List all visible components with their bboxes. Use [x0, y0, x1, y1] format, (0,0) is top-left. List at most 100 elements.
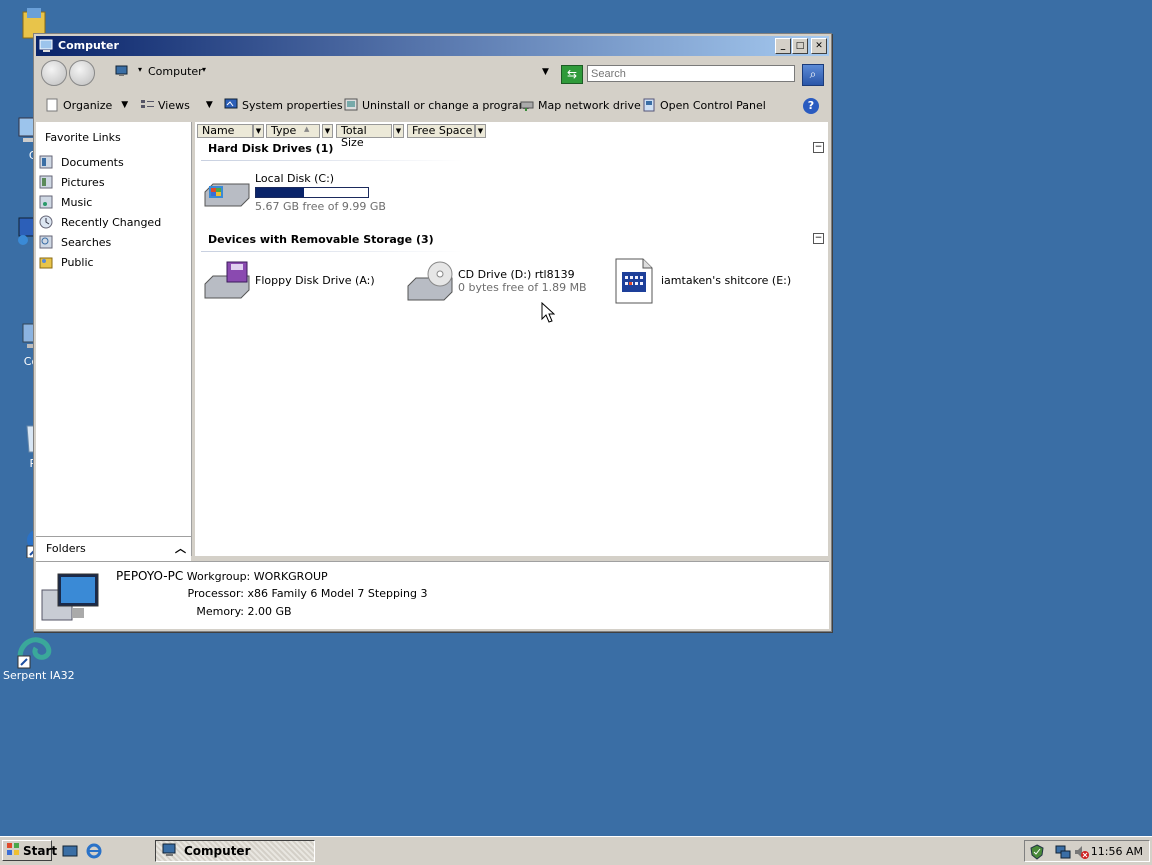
- title-bar[interactable]: Computer _ □ ✕: [36, 36, 829, 56]
- volume-muted-icon[interactable]: [1073, 844, 1089, 860]
- column-filter-dropdown[interactable]: ▼: [322, 124, 333, 138]
- command-bar: Organize ▼ Views ▼ System properties Uni…: [36, 93, 829, 120]
- folders-toggle[interactable]: Folders ︿: [36, 536, 191, 561]
- column-filter-dropdown[interactable]: ▼: [393, 124, 404, 138]
- group-header-removable[interactable]: Devices with Removable Storage (3): [208, 233, 434, 246]
- collapse-group-button[interactable]: −: [813, 233, 824, 244]
- minimize-button[interactable]: _: [775, 38, 791, 54]
- group-divider: [201, 160, 463, 161]
- nav-item-label: Searches: [61, 235, 112, 249]
- address-dropdown-icon[interactable]: ▼: [542, 67, 549, 77]
- nav-item-pictures[interactable]: Pictures: [39, 175, 105, 189]
- group-header-hard-disks[interactable]: Hard Disk Drives (1): [208, 142, 333, 155]
- chevron-down-icon: ▼: [121, 100, 129, 110]
- open-control-panel-button[interactable]: Open Control Panel: [642, 98, 766, 112]
- back-button[interactable]: [41, 60, 67, 86]
- computer-icon: [39, 39, 55, 53]
- map-network-drive-label: Map network drive: [538, 98, 641, 112]
- column-filter-dropdown[interactable]: ▼: [253, 124, 264, 138]
- nav-item-public[interactable]: Public: [39, 255, 94, 269]
- breadcrumb-arrow-icon[interactable]: ▾: [138, 65, 142, 74]
- pictures-icon: [39, 175, 53, 189]
- help-button[interactable]: ?: [803, 98, 819, 114]
- computer-window: Computer _ □ ✕ ▾ Computer ▾ ▼ ⇆ ⌕ Organi…: [33, 33, 832, 632]
- forward-button[interactable]: [69, 60, 95, 86]
- drive-name: Local Disk (C:): [255, 172, 335, 185]
- collapse-group-button[interactable]: −: [813, 142, 824, 153]
- nav-item-documents[interactable]: Documents: [39, 155, 124, 169]
- column-filter-dropdown[interactable]: ▼: [475, 124, 486, 138]
- uninstall-program-button[interactable]: Uninstall or change a program: [344, 98, 529, 112]
- windows-logo-icon: [6, 842, 20, 859]
- breadcrumb-arrow-icon[interactable]: ▾: [202, 65, 206, 74]
- cd-drive-icon: [406, 260, 454, 305]
- desktop-icon-label: Serpent IA32: [3, 669, 75, 682]
- system-tray: 11:56 AM: [1024, 840, 1150, 862]
- memory-value: 2.00 GB: [247, 605, 292, 618]
- start-button[interactable]: Start: [2, 840, 57, 861]
- maximize-button[interactable]: □: [792, 38, 808, 54]
- clock[interactable]: 11:56 AM: [1091, 845, 1143, 858]
- mouse-cursor-icon: [541, 301, 556, 327]
- processor-label: Processor:: [187, 587, 245, 600]
- nav-item-label: Music: [61, 195, 93, 209]
- computer-icon: [115, 65, 129, 77]
- processor-value: x86 Family 6 Model 7 Stepping 3: [247, 587, 428, 600]
- organize-button[interactable]: Organize ▼: [45, 98, 128, 112]
- system-properties-button[interactable]: System properties: [224, 98, 343, 112]
- chevron-down-icon: ▼: [205, 100, 213, 110]
- workgroup-value: WORKGROUP: [253, 570, 328, 583]
- system-properties-icon: [224, 98, 239, 112]
- public-folder-icon: [39, 255, 53, 269]
- column-header-free-space[interactable]: Free Space: [407, 124, 475, 138]
- memory-label: Memory:: [196, 605, 244, 618]
- views-label: Views: [158, 98, 190, 112]
- search-input[interactable]: [587, 65, 795, 82]
- close-button[interactable]: ✕: [811, 38, 827, 54]
- address-box[interactable]: ▾ Computer ▾: [112, 63, 552, 82]
- show-desktop-icon[interactable]: [62, 843, 78, 859]
- search-button[interactable]: ⌕: [802, 64, 824, 86]
- removable-drive-icon: [613, 256, 655, 309]
- nav-item-recently-changed[interactable]: Recently Changed: [39, 215, 161, 229]
- recently-changed-icon: [39, 215, 53, 229]
- control-panel-icon: [642, 98, 657, 112]
- nav-item-searches[interactable]: Searches: [39, 235, 111, 249]
- internet-explorer-icon[interactable]: [86, 843, 102, 859]
- computer-name: PEPOYO-PC: [116, 569, 184, 583]
- system-properties-label: System properties: [242, 98, 343, 112]
- organize-icon: [45, 98, 60, 112]
- column-header-total-size[interactable]: Total Size: [336, 124, 392, 149]
- views-icon: [140, 98, 155, 112]
- uninstall-program-label: Uninstall or change a program: [362, 98, 530, 112]
- nav-item-label: Recently Changed: [61, 215, 162, 229]
- group-divider: [201, 251, 463, 252]
- serpent-icon: [17, 632, 52, 669]
- window-title: Computer: [58, 39, 119, 52]
- security-shield-icon[interactable]: [1029, 844, 1045, 860]
- breadcrumb-computer[interactable]: Computer: [148, 65, 203, 78]
- network-status-icon[interactable]: [1055, 844, 1071, 860]
- views-button[interactable]: Views ▼: [140, 98, 213, 112]
- address-bar: ▾ Computer ▾ ▼ ⇆ ⌕: [36, 58, 829, 88]
- music-icon: [39, 195, 53, 209]
- nav-item-music[interactable]: Music: [39, 195, 92, 209]
- drive-name: CD Drive (D:) rtl8139: [458, 268, 575, 281]
- taskbar: Start Computer 11:56 AM: [0, 836, 1152, 865]
- documents-icon: [39, 155, 53, 169]
- hard-drive-icon: [203, 178, 251, 211]
- open-control-panel-label: Open Control Panel: [660, 98, 766, 112]
- refresh-button[interactable]: ⇆: [561, 65, 583, 84]
- drive-name: iamtaken's shitcore (E:): [661, 274, 792, 287]
- sort-ascending-icon: ▲: [304, 125, 310, 133]
- computer-icon: [162, 843, 178, 860]
- network-drive-icon: [520, 98, 535, 112]
- column-header-name[interactable]: Name: [197, 124, 253, 138]
- desktop-icon-serpent[interactable]: Serpent IA32: [3, 632, 75, 682]
- column-header-type[interactable]: Type: [266, 124, 320, 138]
- workgroup-label: Workgroup:: [186, 570, 251, 583]
- map-network-drive-button[interactable]: Map network drive: [520, 98, 641, 112]
- taskbar-button-computer[interactable]: Computer: [155, 840, 315, 862]
- drive-free-space: 0 bytes free of 1.89 MB: [458, 281, 587, 294]
- chevron-up-icon: ︿: [175, 542, 186, 555]
